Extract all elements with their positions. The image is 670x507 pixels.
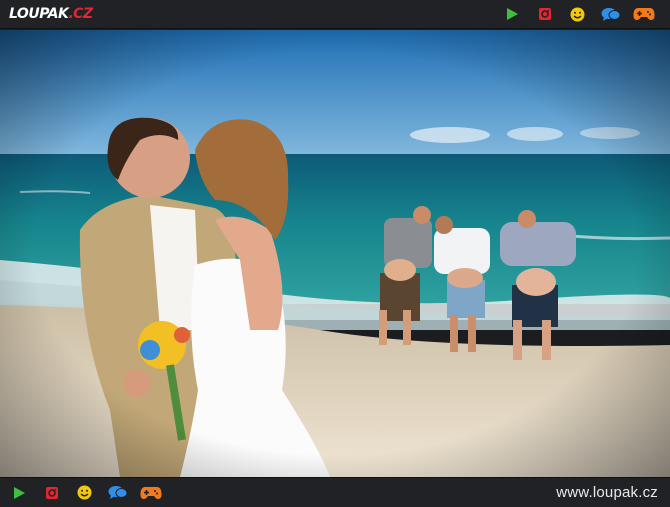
photo-illustration [0, 30, 670, 477]
instagram-icon[interactable] [35, 483, 68, 503]
smiley-icon[interactable] [561, 4, 594, 24]
site-logo[interactable]: LOUPAK .CZ [9, 6, 93, 22]
chat-icon[interactable] [101, 483, 134, 503]
logo-main: LOUPAK [9, 6, 69, 22]
site-url[interactable]: www.loupak.cz [556, 484, 658, 501]
instagram-icon[interactable] [528, 4, 561, 24]
gamepad-icon[interactable] [134, 483, 167, 503]
top-icon-group [495, 4, 660, 24]
logo-tld: .CZ [68, 6, 93, 22]
bottom-bar: www.loupak.cz [0, 477, 670, 507]
top-bar: LOUPAK .CZ [0, 0, 670, 29]
bottom-icon-group [2, 483, 167, 503]
smiley-icon[interactable] [68, 483, 101, 503]
play-icon[interactable] [2, 483, 35, 503]
chat-icon[interactable] [594, 4, 627, 24]
main-photo [0, 30, 670, 477]
play-icon[interactable] [495, 4, 528, 24]
gamepad-icon[interactable] [627, 4, 660, 24]
